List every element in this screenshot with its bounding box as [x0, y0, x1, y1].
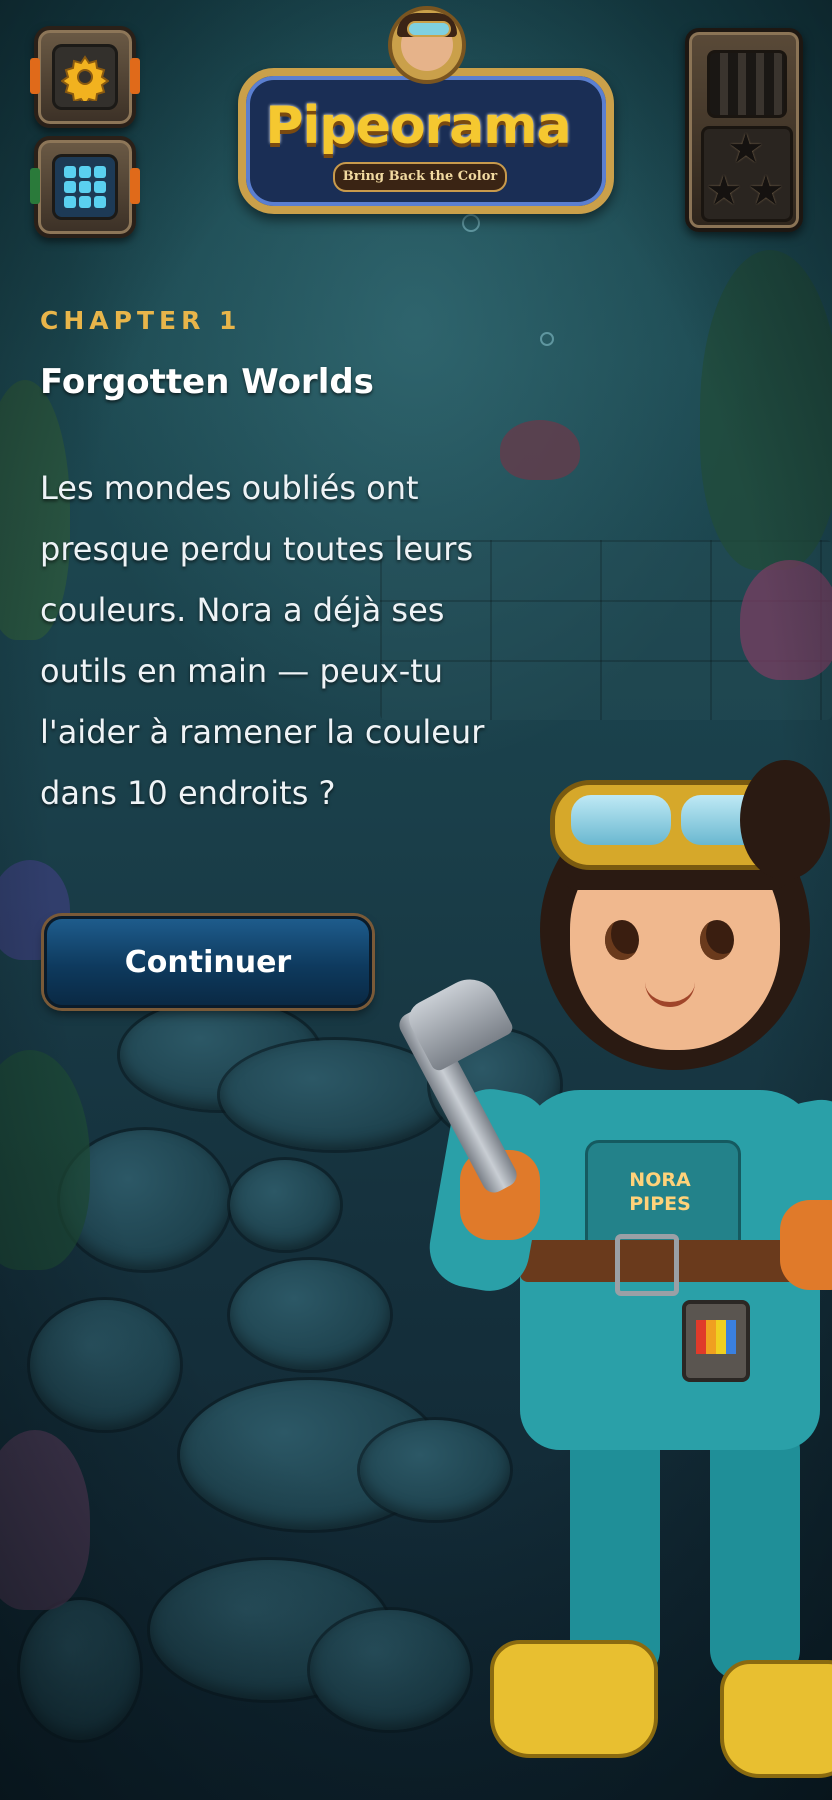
left-boot [490, 1640, 658, 1758]
goggle-lens [571, 795, 671, 845]
star-icon: ★ [728, 126, 764, 172]
continue-button[interactable]: Continuer [44, 916, 372, 1008]
logo-title: Pipeorama [265, 96, 571, 156]
star-icon: ★ [748, 168, 784, 214]
settings-button[interactable] [30, 26, 140, 128]
star-icon: ★ [706, 168, 742, 214]
gear-icon [61, 55, 109, 101]
logo-subtitle: Bring Back the Color [333, 162, 507, 192]
right-eye [700, 920, 734, 960]
belt-buckle [615, 1234, 679, 1296]
grid-icon-frame [52, 154, 118, 220]
button-tab [30, 58, 40, 94]
chapter-label: CHAPTER 1 [40, 306, 242, 335]
left-eye [605, 920, 639, 960]
button-tab [130, 168, 140, 204]
grid-icon [64, 166, 106, 208]
button-tab [30, 168, 40, 204]
chapter-title: Forgotten Worlds [40, 362, 374, 402]
nora-portrait-icon [388, 6, 466, 84]
stars-panel: ★ ★ ★ [701, 126, 793, 222]
right-boot [720, 1660, 832, 1778]
stars-progress-box[interactable]: ★ ★ ★ [685, 28, 803, 232]
button-tab [130, 58, 140, 94]
nora-character: NORA PIPES [395, 760, 832, 1778]
right-leg [710, 1420, 800, 1680]
nora-badge: NORA PIPES [629, 1169, 691, 1215]
settings-icon-frame [52, 44, 118, 110]
color-gauge [682, 1300, 750, 1382]
level-grid-button[interactable] [30, 136, 140, 238]
face [397, 13, 457, 71]
vent-grille [707, 50, 787, 118]
ponytail [740, 760, 830, 880]
game-logo: Pipeorama Bring Back the Color [238, 6, 614, 214]
right-glove [780, 1200, 832, 1290]
gauge-bars [696, 1320, 736, 1354]
